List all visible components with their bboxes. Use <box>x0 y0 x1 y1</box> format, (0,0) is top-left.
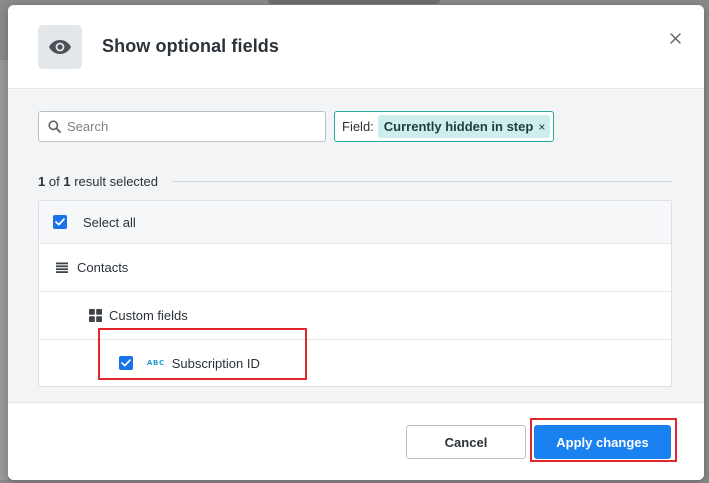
group-label-custom-fields: Custom fields <box>109 308 188 323</box>
close-icon[interactable] <box>669 32 681 44</box>
total-count: 1 <box>63 174 71 189</box>
search-input[interactable] <box>67 113 307 140</box>
select-all-row[interactable]: Select all <box>39 201 671 244</box>
cancel-button[interactable]: Cancel <box>406 425 526 459</box>
header-icon-container <box>38 25 82 69</box>
summary-of: of <box>48 174 60 189</box>
list-icon <box>56 262 68 273</box>
dialog-footer: Cancel Apply changes <box>8 402 704 480</box>
text-field-type-icon: ABC <box>147 359 165 367</box>
checkmark-icon <box>55 218 65 226</box>
close-button[interactable] <box>664 27 686 49</box>
checkmark-icon <box>121 359 131 367</box>
show-optional-fields-dialog: Show optional fields Field: Currently hi… <box>8 5 704 480</box>
field-label-subscription-id: Subscription ID <box>171 355 260 371</box>
summary-suffix: result selected <box>74 174 159 189</box>
field-filter-chip[interactable]: Field: Currently hidden in step × <box>334 111 555 142</box>
group-label-contacts: Contacts <box>77 260 129 275</box>
select-all-checkbox[interactable] <box>53 215 67 229</box>
dialog-title: Show optional fields <box>102 36 279 56</box>
select-all-label: Select all <box>83 214 136 230</box>
filter-value-tag[interactable]: Currently hidden in step × <box>377 115 551 138</box>
subscription-id-checkbox[interactable] <box>119 356 133 370</box>
search-field[interactable] <box>38 111 326 142</box>
background-tab <box>268 0 440 4</box>
apply-changes-button[interactable]: Apply changes <box>534 425 671 459</box>
filter-value-text: Currently hidden in step <box>383 119 534 134</box>
selected-count: 1 <box>38 174 46 189</box>
eye-icon <box>49 40 71 54</box>
filter-label: Field: <box>342 119 374 134</box>
remove-filter-icon[interactable]: × <box>538 120 545 134</box>
field-row-subscription-id[interactable]: ABC Subscription ID <box>39 340 671 386</box>
search-icon <box>48 120 61 133</box>
dialog-body: Field: Currently hidden in step × 1 of 1… <box>8 90 704 402</box>
summary-divider <box>172 181 672 182</box>
grid-icon <box>89 309 102 322</box>
dialog-header: Show optional fields <box>8 5 704 89</box>
field-tree: Select all Contacts Custom fields ABC Su… <box>38 200 672 387</box>
tree-group-custom-fields: Custom fields <box>39 292 671 340</box>
tree-group-contacts: Contacts <box>39 244 671 292</box>
background-page <box>0 60 8 480</box>
result-summary: 1 of 1 result selected <box>38 174 158 189</box>
